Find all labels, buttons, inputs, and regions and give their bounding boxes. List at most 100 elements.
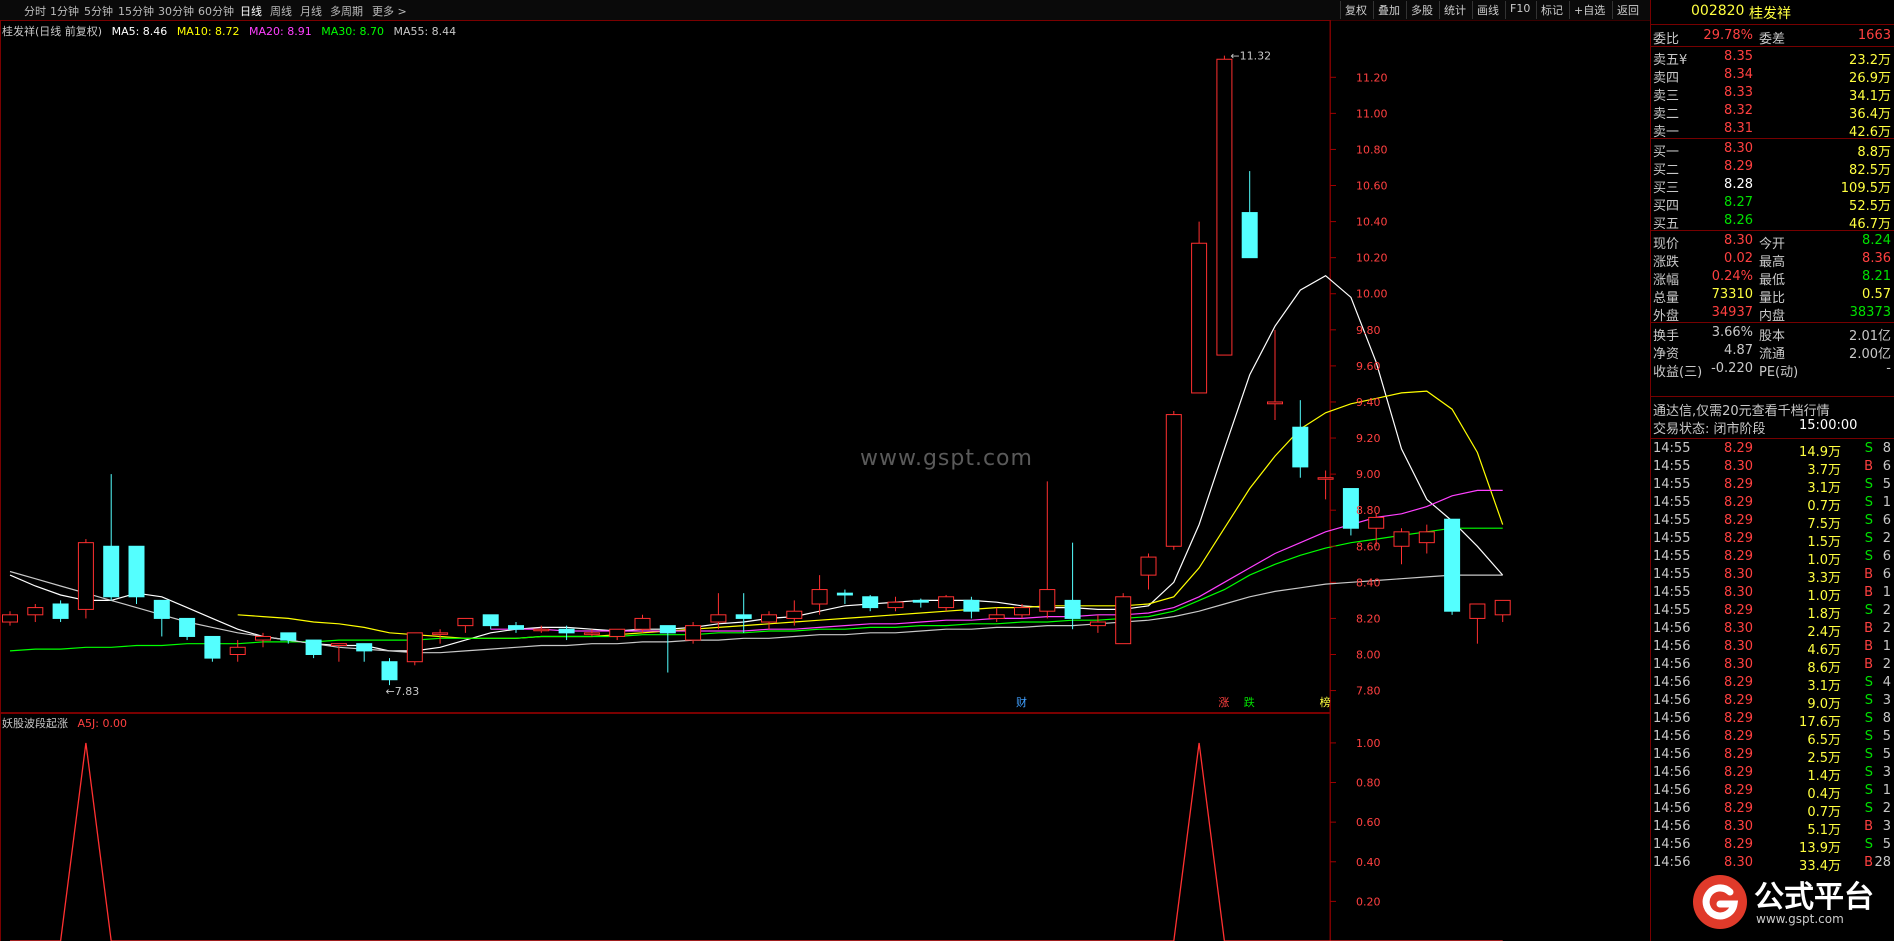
tick-price: 8.29 xyxy=(1724,747,1753,762)
candle-body xyxy=(1241,212,1258,259)
candle xyxy=(1140,553,1157,590)
candle-body xyxy=(1317,477,1334,480)
candle xyxy=(1064,542,1081,630)
candle xyxy=(52,600,69,623)
tick-count: 6 xyxy=(1882,567,1891,582)
tick-side: S xyxy=(1864,801,1873,816)
stat2-row: 收益(三) -0.220 PE(动) - xyxy=(1651,360,1894,380)
tick-time: 14:56 xyxy=(1653,855,1691,870)
ask-row: 卖三 8.33 34.1万 xyxy=(1651,84,1894,104)
tick-count: 5 xyxy=(1882,477,1891,492)
ask-row: 卖四 8.34 26.9万 xyxy=(1651,66,1894,86)
candle-body xyxy=(356,643,373,652)
tick-row: 14:55 8.30 3.7万 B 6 xyxy=(1651,458,1894,478)
bid-price: 8.30 xyxy=(1724,141,1753,156)
tick-row: 14:55 8.29 0.7万 S 1 xyxy=(1651,494,1894,514)
candle xyxy=(1216,55,1233,356)
indicator-chart: 1.00 0.80 0.60 0.40 0.20 xyxy=(10,737,1503,941)
tick-time: 14:55 xyxy=(1653,531,1691,546)
candle xyxy=(128,545,145,604)
price-tick-label: 10.40 xyxy=(1356,216,1388,229)
ask-price: 8.34 xyxy=(1724,67,1753,82)
candle xyxy=(583,629,600,637)
stat-value: 0.57 xyxy=(1862,287,1891,302)
tick-price: 8.29 xyxy=(1724,675,1753,690)
candle-body xyxy=(1191,242,1208,394)
candle-body xyxy=(128,545,145,598)
candle-body xyxy=(1368,516,1385,529)
ask-row: 卖五¥ 8.35 23.2万 xyxy=(1651,48,1894,68)
bid-row: 买四 8.27 52.5万 xyxy=(1651,194,1894,214)
stat-value: 0.24% xyxy=(1711,269,1753,284)
candle-body xyxy=(1267,401,1283,405)
tick-row: 14:56 8.29 0.7万 S 2 xyxy=(1651,800,1894,820)
stat-row: 涨幅 0.24% 最低 8.21 xyxy=(1651,268,1894,288)
candle xyxy=(862,594,879,612)
ask-price: 8.33 xyxy=(1724,85,1753,100)
price-tick-label: 10.80 xyxy=(1356,143,1388,156)
candle xyxy=(305,639,322,659)
stat-label: 收益(三) xyxy=(1653,365,1703,380)
stat-value: 8.30 xyxy=(1724,233,1753,248)
notice-row[interactable]: 通达信,仅需20元查看千档行情 xyxy=(1651,399,1894,419)
tick-time: 14:56 xyxy=(1653,819,1691,834)
tick-count: 4 xyxy=(1882,675,1891,690)
tick-price: 8.30 xyxy=(1724,657,1753,672)
candle xyxy=(508,622,524,633)
tick-count: 8 xyxy=(1882,441,1891,456)
watermark: www.gspt.com xyxy=(860,446,1033,471)
quote-panel: 002820 桂发祥 委比 29.78% 委差 1663 卖五¥ 8.35 23.2… xyxy=(1650,0,1894,941)
trade-state-label: 交易状态: 闭市阶段 xyxy=(1653,422,1766,437)
tick-price: 8.29 xyxy=(1724,603,1753,618)
indicator-tick-label: 0.80 xyxy=(1356,777,1381,790)
tick-side: B xyxy=(1864,567,1873,582)
candle-body xyxy=(963,599,980,612)
candle xyxy=(912,598,929,608)
indicator-tick-label: 0.20 xyxy=(1356,895,1381,908)
tick-time: 14:55 xyxy=(1653,477,1691,492)
tick-side: S xyxy=(1864,513,1873,528)
tick-price: 8.29 xyxy=(1724,441,1753,456)
tick-count: 1 xyxy=(1882,783,1891,798)
stat-row: 现价 8.30 今开 8.24 xyxy=(1651,232,1894,252)
stat2-row: 净资 4.87 流通 2.00亿 xyxy=(1651,342,1894,362)
ask-price: 8.32 xyxy=(1724,103,1753,118)
candle xyxy=(406,632,423,666)
bid-row: 买五 8.26 46.7万 xyxy=(1651,212,1894,232)
indicator-tick-label: 0.40 xyxy=(1356,856,1381,869)
stat-value: 4.87 xyxy=(1724,343,1753,358)
tick-count: 6 xyxy=(1882,459,1891,474)
candle-body xyxy=(52,603,69,619)
tick-count: 3 xyxy=(1882,693,1891,708)
candle xyxy=(1115,593,1132,645)
candle-body xyxy=(1418,531,1435,544)
candle xyxy=(659,625,676,673)
tick-count: 5 xyxy=(1882,729,1891,744)
stat-label: PE(动) xyxy=(1759,365,1799,380)
chart-title: 桂发祥(日线 前复权) xyxy=(2,25,103,38)
candle-body xyxy=(406,632,423,663)
indicator-line xyxy=(10,742,1503,941)
candle-body xyxy=(305,639,322,655)
tick-time: 14:55 xyxy=(1653,441,1691,456)
tick-row: 14:55 8.30 3.3万 B 6 xyxy=(1651,566,1894,586)
indicator-name[interactable]: 妖股波段起涨 xyxy=(2,717,68,730)
tick-side: B xyxy=(1864,855,1873,870)
event-marker: 跌 xyxy=(1244,695,1255,709)
price-tick-label: 9.60 xyxy=(1356,360,1381,373)
tick-side: S xyxy=(1864,747,1873,762)
ma-line-ma5 xyxy=(9,274,1504,652)
candle-body xyxy=(1444,518,1461,612)
tick-row: 14:56 8.30 5.1万 B 3 xyxy=(1651,818,1894,838)
candle-body xyxy=(179,617,196,637)
tick-price: 8.29 xyxy=(1724,765,1753,780)
sub-frame xyxy=(0,713,1331,941)
candle-body xyxy=(533,628,550,632)
stat-value: 38373 xyxy=(1849,305,1891,320)
chart-legend: 桂发祥(日线 前复权) MA5: 8.46 MA10: 8.72 MA20: 8… xyxy=(2,23,462,39)
tick-side: S xyxy=(1864,441,1873,456)
tick-row: 14:55 8.29 7.5万 S 6 xyxy=(1651,512,1894,532)
price-tick-label: 11.00 xyxy=(1356,107,1388,120)
candle-body xyxy=(583,632,600,635)
candle-body xyxy=(103,545,120,598)
